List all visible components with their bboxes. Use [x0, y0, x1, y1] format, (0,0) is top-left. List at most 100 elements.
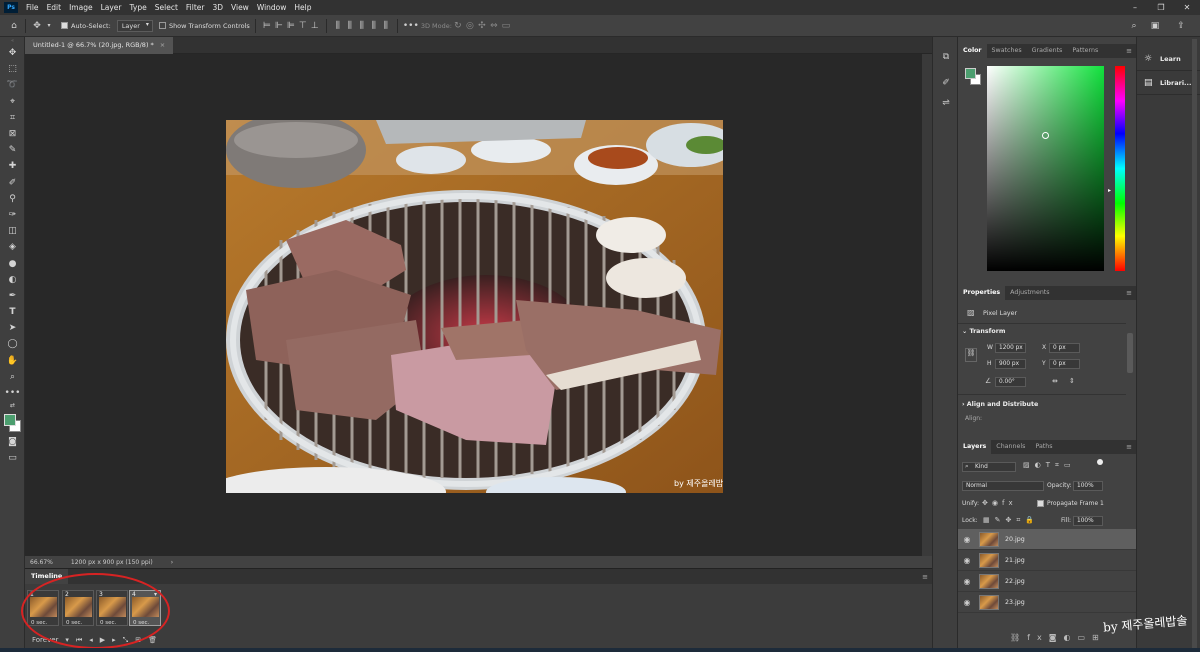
- libraries-button[interactable]: ▤ Librari...: [1137, 71, 1200, 95]
- align-center-icon[interactable]: ⊩: [273, 20, 285, 32]
- foreground-color-swatch[interactable]: [4, 414, 16, 427]
- search-icon[interactable]: ⌕: [1128, 20, 1140, 32]
- distribute-icon[interactable]: ⫼: [356, 20, 368, 32]
- type-tool-icon[interactable]: T: [0, 304, 25, 320]
- zoom-level[interactable]: 66.67%: [30, 559, 53, 566]
- layer-actions-bar[interactable]: ⛓fx◙◐▭⊞: [1010, 633, 1106, 642]
- blur-tool-icon[interactable]: ●: [0, 255, 25, 271]
- layer-filter-dropdown[interactable]: Kind: [962, 462, 1016, 472]
- screen-mode-icon[interactable]: ▭: [0, 450, 25, 466]
- align-middle-icon[interactable]: ⊥: [309, 20, 321, 32]
- crop-tool-icon[interactable]: ⌗: [0, 110, 25, 126]
- tab-adjustments[interactable]: Adjustments: [1005, 286, 1054, 300]
- menu-file[interactable]: File: [22, 3, 43, 12]
- tab-swatches[interactable]: Swatches: [987, 44, 1027, 58]
- camera-icon[interactable]: ▭: [500, 20, 512, 32]
- layer-row-23[interactable]: ◉ 23.jpg: [958, 592, 1136, 613]
- width-field[interactable]: 1200 px: [995, 343, 1026, 353]
- eye-icon[interactable]: ◉: [958, 577, 976, 586]
- share-icon[interactable]: ⇪: [1175, 20, 1187, 32]
- collapse-icon[interactable]: «: [0, 37, 25, 45]
- path-select-tool-icon[interactable]: ➤: [0, 320, 25, 336]
- opacity-field[interactable]: 100%: [1073, 481, 1103, 491]
- menu-filter[interactable]: Filter: [182, 3, 209, 12]
- close-window-button[interactable]: ✕: [1174, 0, 1200, 15]
- lock-icons[interactable]: ▦✎✥⌗🔒: [983, 516, 1039, 525]
- menu-select[interactable]: Select: [151, 3, 182, 12]
- blend-mode-dropdown[interactable]: Normal: [962, 481, 1044, 491]
- restore-button[interactable]: ❐: [1148, 0, 1174, 15]
- quick-mask-icon[interactable]: ◙: [0, 434, 25, 450]
- layer-filter-icons[interactable]: ▨◐T⌗▭: [1023, 461, 1076, 470]
- align-section-header[interactable]: › Align and Distribute: [962, 401, 1038, 408]
- color-field[interactable]: [987, 66, 1104, 271]
- brush-settings-icon[interactable]: ✐: [933, 73, 959, 93]
- hand-tool-icon[interactable]: ✋: [0, 353, 25, 369]
- healing-tool-icon[interactable]: ✚: [0, 158, 25, 174]
- tab-gradients[interactable]: Gradients: [1027, 44, 1068, 58]
- propagate-frame-option[interactable]: Propagate Frame 1: [1037, 500, 1104, 507]
- properties-scrollbar[interactable]: [1127, 333, 1133, 373]
- lasso-tool-icon[interactable]: ➰: [0, 77, 25, 93]
- flip-horizontal-icon[interactable]: ⇹: [1052, 377, 1058, 385]
- history-brush-tool-icon[interactable]: ✑: [0, 207, 25, 223]
- link-dimensions-icon[interactable]: ⛓: [965, 348, 977, 362]
- close-tab-icon[interactable]: ×: [160, 37, 165, 54]
- layer-name[interactable]: 20.jpg: [1005, 536, 1025, 543]
- height-field[interactable]: 900 px: [995, 359, 1026, 369]
- brush-tool-icon[interactable]: ✐: [0, 175, 25, 191]
- menu-window[interactable]: Window: [253, 3, 291, 12]
- move-tool-icon[interactable]: ✥: [0, 45, 25, 61]
- tab-properties[interactable]: Properties: [958, 286, 1006, 300]
- swap-colors-icon[interactable]: ⇄: [0, 401, 25, 410]
- roll-icon[interactable]: ◎: [464, 20, 476, 32]
- menu-layer[interactable]: Layer: [97, 3, 126, 12]
- menu-view[interactable]: View: [227, 3, 253, 12]
- layer-row-20[interactable]: ◉ 20.jpg: [958, 529, 1136, 550]
- chevron-right-icon[interactable]: ›: [171, 559, 173, 566]
- layer-name[interactable]: 23.jpg: [1005, 599, 1025, 606]
- layer-row-21[interactable]: ◉ 21.jpg: [958, 550, 1136, 571]
- shape-tool-icon[interactable]: ◯: [0, 336, 25, 352]
- layer-name[interactable]: 22.jpg: [1005, 578, 1025, 585]
- pen-tool-icon[interactable]: ✒: [0, 288, 25, 304]
- flip-vertical-icon[interactable]: ⇕: [1069, 377, 1075, 385]
- zoom-tool-icon[interactable]: ⌕: [0, 369, 25, 385]
- align-top-icon[interactable]: ⊤: [297, 20, 309, 32]
- more-icon[interactable]: •••: [403, 20, 419, 32]
- foreground-color-chip[interactable]: [965, 68, 976, 79]
- distribute-icon[interactable]: ⫼: [368, 20, 380, 32]
- tab-layers[interactable]: Layers: [958, 440, 992, 454]
- y-field[interactable]: 0 px: [1049, 359, 1080, 369]
- tab-patterns[interactable]: Patterns: [1067, 44, 1103, 58]
- dodge-tool-icon[interactable]: ◐: [0, 272, 25, 288]
- frame-tool-icon[interactable]: ⊠: [0, 126, 25, 142]
- auto-select-option[interactable]: Auto-Select:: [61, 22, 111, 30]
- document-tab[interactable]: Untitled-1 @ 66.7% (20.jpg, RGB/8) * ×: [25, 37, 174, 54]
- vertical-scrollbar[interactable]: [922, 54, 932, 556]
- pan-icon[interactable]: ✣: [476, 20, 488, 32]
- panel-scrollbar[interactable]: [1192, 39, 1197, 649]
- layer-row-22[interactable]: ◉ 22.jpg: [958, 571, 1136, 592]
- marquee-tool-icon[interactable]: ⬚: [0, 61, 25, 77]
- eyedropper-tool-icon[interactable]: ✎: [0, 142, 25, 158]
- history-icon[interactable]: ⧉: [933, 47, 959, 67]
- panel-menu-icon[interactable]: ≡: [922, 573, 928, 581]
- propagate-frame-checkbox[interactable]: [1037, 500, 1044, 507]
- hue-slider[interactable]: [1115, 66, 1125, 271]
- stamp-tool-icon[interactable]: ⚲: [0, 191, 25, 207]
- menu-type[interactable]: Type: [126, 3, 151, 12]
- adjustments-icon[interactable]: ⇌: [933, 93, 959, 113]
- auto-select-checkbox[interactable]: [61, 22, 68, 29]
- transform-section-header[interactable]: ⌄ Transform: [962, 328, 1005, 335]
- chevron-down-icon[interactable]: ▾: [43, 20, 55, 32]
- align-left-icon[interactable]: ⊨: [261, 20, 273, 32]
- home-icon[interactable]: ⌂: [8, 20, 20, 32]
- minimize-button[interactable]: –: [1122, 0, 1148, 15]
- panel-menu-icon[interactable]: ≡: [1126, 443, 1132, 451]
- more-tools-icon[interactable]: •••: [0, 385, 25, 401]
- hue-slider-handle[interactable]: ▸: [1108, 187, 1111, 194]
- auto-select-target-dropdown[interactable]: Layer: [116, 19, 153, 32]
- distribute-icon[interactable]: ⫼: [332, 20, 344, 32]
- object-select-tool-icon[interactable]: ⌖: [0, 94, 25, 110]
